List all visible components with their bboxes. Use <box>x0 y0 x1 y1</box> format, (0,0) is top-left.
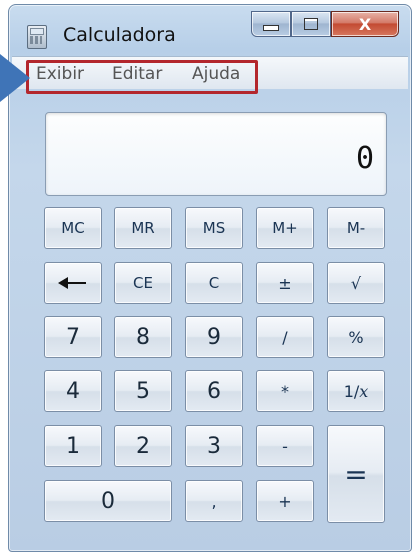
reciprocal-prefix: 1/ <box>343 381 360 401</box>
digit-0-button[interactable]: 0 <box>44 480 172 522</box>
ms-button[interactable]: MS <box>185 207 243 249</box>
sqrt-button[interactable]: √ <box>327 262 385 304</box>
backspace-arrow-icon <box>58 277 86 289</box>
digit-1-button[interactable]: 1 <box>44 425 102 467</box>
ce-button[interactable]: CE <box>114 262 172 304</box>
mr-button[interactable]: MR <box>114 207 172 249</box>
m-plus-button[interactable]: M+ <box>256 207 314 249</box>
pointer-arrow-icon <box>0 54 30 102</box>
caption-buttons: X <box>251 11 399 41</box>
equals-button[interactable]: = <box>327 425 385 523</box>
reciprocal-button[interactable]: 1/x <box>327 370 385 412</box>
percent-button[interactable]: % <box>327 316 385 358</box>
digit-7-button[interactable]: 7 <box>44 316 102 358</box>
digit-3-button[interactable]: 3 <box>185 425 243 467</box>
title-bar[interactable]: Calculadora X <box>9 5 411 61</box>
m-minus-button[interactable]: M- <box>327 207 385 249</box>
menu-highlight-box <box>26 60 258 94</box>
close-button[interactable]: X <box>331 11 399 37</box>
maximize-button[interactable] <box>291 11 331 37</box>
plus-button[interactable]: + <box>256 480 314 522</box>
result-display: 0 <box>45 112 387 196</box>
minimize-button[interactable] <box>251 11 291 37</box>
multiply-button[interactable]: * <box>256 370 314 412</box>
c-button[interactable]: C <box>185 262 243 304</box>
calculator-icon <box>27 25 47 49</box>
digit-8-button[interactable]: 8 <box>114 316 172 358</box>
mc-button[interactable]: MC <box>44 207 102 249</box>
digit-6-button[interactable]: 6 <box>185 370 243 412</box>
window-title: Calculadora <box>63 24 176 46</box>
digit-2-button[interactable]: 2 <box>114 425 172 467</box>
display-value: 0 <box>355 141 374 176</box>
plus-minus-button[interactable]: ± <box>256 262 314 304</box>
minimize-icon <box>263 25 279 31</box>
backspace-button[interactable] <box>44 262 102 304</box>
close-icon: X <box>358 14 372 34</box>
digit-5-button[interactable]: 5 <box>114 370 172 412</box>
minus-button[interactable]: - <box>256 425 314 467</box>
decimal-button[interactable]: , <box>185 480 243 522</box>
digit-9-button[interactable]: 9 <box>185 316 243 358</box>
maximize-icon <box>304 18 318 30</box>
divide-button[interactable]: / <box>256 316 314 358</box>
digit-4-button[interactable]: 4 <box>44 370 102 412</box>
reciprocal-variable: x <box>359 381 369 401</box>
